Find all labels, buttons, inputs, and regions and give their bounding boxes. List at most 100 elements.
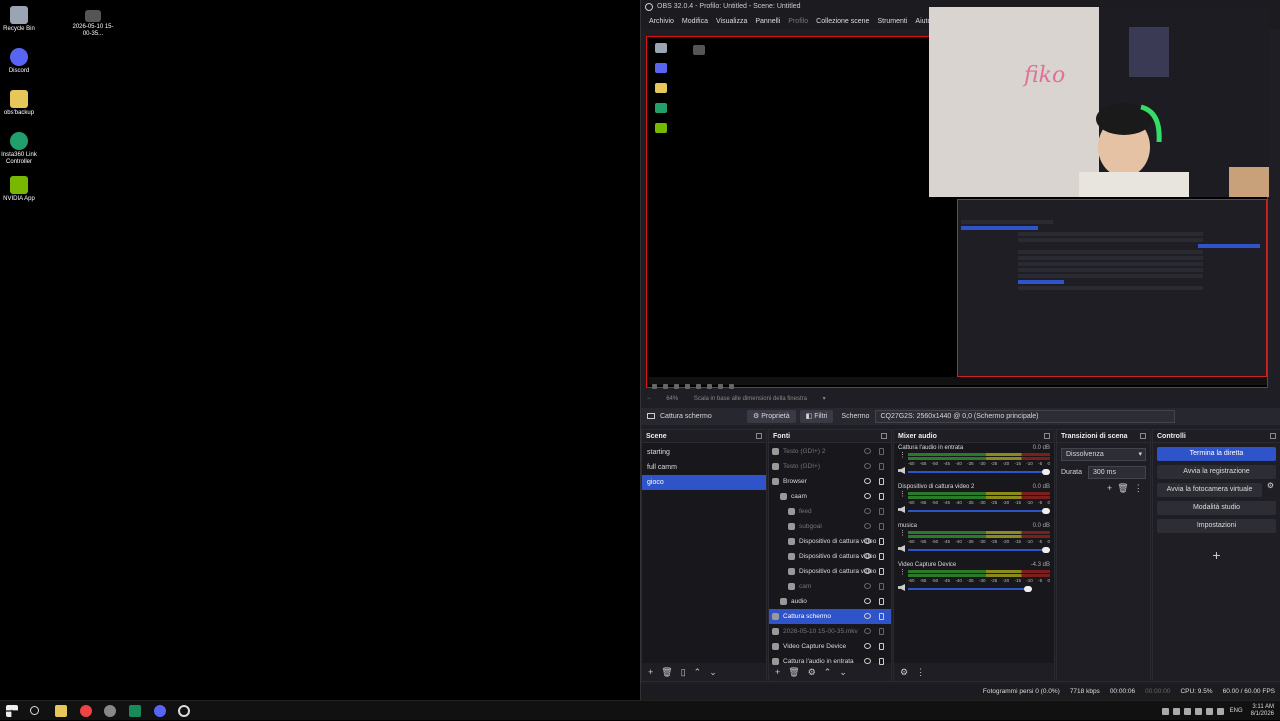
- source-item[interactable]: Dispositivo di cattura video: [769, 549, 891, 564]
- volume-slider-knob[interactable]: [1042, 508, 1050, 514]
- add-control-icon[interactable]: +: [1153, 547, 1280, 563]
- menu-pannelli[interactable]: Pannelli: [751, 14, 784, 29]
- tray-icon[interactable]: [1172, 707, 1180, 715]
- start-icon[interactable]: [6, 705, 18, 717]
- link-icon[interactable]: ⚙: [900, 667, 908, 677]
- source-item[interactable]: Cattura schermo: [769, 609, 891, 624]
- source-item[interactable]: feed: [769, 504, 891, 519]
- lock-icon[interactable]: [879, 523, 884, 530]
- move-down-button[interactable]: ⌄: [839, 667, 847, 677]
- volume-slider[interactable]: [908, 586, 1032, 592]
- remove-scene-button[interactable]: 🗑: [661, 667, 672, 677]
- lock-icon[interactable]: [879, 568, 884, 575]
- folder-icon[interactable]: obs'backup: [0, 90, 42, 117]
- move-up-button[interactable]: ⌃: [824, 667, 832, 677]
- menu-profilo[interactable]: Profilo: [784, 14, 812, 29]
- lock-icon[interactable]: [879, 463, 884, 470]
- source-item[interactable]: Browser: [769, 474, 891, 489]
- source-item[interactable]: Video Capture Device: [769, 639, 891, 654]
- visibility-eye-icon[interactable]: [864, 493, 871, 499]
- lock-icon[interactable]: [879, 538, 884, 545]
- remove-transition-button[interactable]: 🗑: [1117, 483, 1128, 493]
- discord-icon[interactable]: Discord: [0, 48, 42, 75]
- file-explorer-icon[interactable]: [55, 705, 67, 717]
- menu-archivio[interactable]: Archivio: [645, 14, 678, 29]
- float-icon[interactable]: [1140, 433, 1146, 439]
- chrome-icon[interactable]: [80, 705, 92, 717]
- transition-select[interactable]: Dissolvenza ▾: [1061, 448, 1146, 461]
- lock-icon[interactable]: [879, 583, 884, 590]
- insta360-icon[interactable]: Insta360 Link Controller: [0, 132, 42, 166]
- studio-mode-button[interactable]: Modalità studio: [1157, 501, 1276, 515]
- visibility-eye-icon[interactable]: [864, 478, 871, 484]
- float-icon[interactable]: [1044, 433, 1050, 439]
- more-icon[interactable]: ⋮: [916, 667, 925, 677]
- source-item[interactable]: Testo (GDI+): [769, 459, 891, 474]
- visibility-eye-icon[interactable]: [864, 613, 871, 619]
- lock-icon[interactable]: [879, 553, 884, 560]
- source-item[interactable]: audio: [769, 594, 891, 609]
- menu-modifica[interactable]: Modifica: [678, 14, 712, 29]
- start-recording-button[interactable]: Avvia la registrazione: [1157, 465, 1276, 479]
- screen-select[interactable]: CQ27G2S: 2560x1440 @ 0,0 (Schermo princi…: [875, 410, 1176, 423]
- volume-slider-knob[interactable]: [1024, 586, 1032, 592]
- visibility-eye-icon[interactable]: [864, 553, 871, 559]
- speaker-icon[interactable]: [898, 545, 905, 552]
- visibility-eye-icon[interactable]: [864, 448, 871, 454]
- terminal-icon[interactable]: [129, 705, 141, 717]
- zoom-mode[interactable]: Scala in base alle dimensioni della fine…: [694, 396, 807, 402]
- file-icon[interactable]: 2026-05-10 15-00-35...: [70, 10, 116, 38]
- zoom-level[interactable]: 64%: [666, 396, 678, 402]
- volume-icon[interactable]: [1216, 707, 1224, 715]
- source-item[interactable]: subgoal: [769, 519, 891, 534]
- visibility-eye-icon[interactable]: [864, 538, 871, 544]
- visibility-eye-icon[interactable]: [864, 508, 871, 514]
- speaker-icon[interactable]: [898, 467, 905, 474]
- source-item[interactable]: cam: [769, 579, 891, 594]
- discord-icon[interactable]: [154, 705, 166, 717]
- visibility-eye-icon[interactable]: [864, 643, 871, 649]
- scene-item[interactable]: starting: [642, 445, 766, 460]
- float-icon[interactable]: [756, 433, 762, 439]
- language-indicator[interactable]: ENG: [1230, 708, 1243, 714]
- lock-icon[interactable]: [879, 493, 884, 500]
- float-icon[interactable]: [881, 433, 887, 439]
- speaker-icon[interactable]: [898, 584, 905, 591]
- menu-strumenti[interactable]: Strumenti: [873, 14, 911, 29]
- move-up-button[interactable]: ⌃: [694, 667, 702, 677]
- tray-icon[interactable]: [1194, 707, 1202, 715]
- more-icon[interactable]: ⋮: [899, 568, 906, 576]
- visibility-eye-icon[interactable]: [864, 628, 871, 634]
- properties-button[interactable]: ⚙ Proprietà: [747, 410, 796, 423]
- add-source-button[interactable]: +: [775, 667, 780, 677]
- tray-icon[interactable]: [1183, 707, 1191, 715]
- source-properties-icon[interactable]: ⚙: [808, 667, 816, 677]
- volume-slider[interactable]: [908, 469, 1050, 475]
- more-icon[interactable]: ⋮: [899, 529, 906, 537]
- stop-streaming-button[interactable]: Termina la diretta: [1157, 447, 1276, 461]
- speaker-icon[interactable]: [898, 506, 905, 513]
- clock[interactable]: 3:11 AM 8/1/2026: [1251, 704, 1274, 718]
- scene-item-active[interactable]: gioco: [642, 475, 766, 490]
- more-icon[interactable]: ⋮: [1134, 483, 1143, 493]
- visibility-eye-icon[interactable]: [864, 463, 871, 469]
- source-item[interactable]: Testo (GDI+) 2: [769, 444, 891, 459]
- lock-icon[interactable]: [879, 643, 884, 650]
- recycle-bin-icon[interactable]: Recycle Bin: [0, 6, 42, 33]
- volume-slider-knob[interactable]: [1042, 469, 1050, 475]
- lock-icon[interactable]: [879, 598, 884, 605]
- app-icon[interactable]: [104, 705, 116, 717]
- add-transition-button[interactable]: +: [1107, 483, 1112, 493]
- visibility-eye-icon[interactable]: [864, 598, 871, 604]
- volume-slider[interactable]: [908, 508, 1050, 514]
- scene-item[interactable]: full camm: [642, 460, 766, 475]
- zoom-out-button[interactable]: −: [647, 396, 651, 402]
- visibility-eye-icon[interactable]: [864, 583, 871, 589]
- settings-button[interactable]: Impostazioni: [1157, 519, 1276, 533]
- more-icon[interactable]: ⋮: [899, 490, 906, 498]
- tray-icon[interactable]: [1161, 707, 1169, 715]
- menu-visualizza[interactable]: Visualizza: [712, 14, 751, 29]
- visibility-eye-icon[interactable]: [864, 523, 871, 529]
- visibility-eye-icon[interactable]: [864, 568, 871, 574]
- remove-source-button[interactable]: 🗑: [788, 667, 799, 677]
